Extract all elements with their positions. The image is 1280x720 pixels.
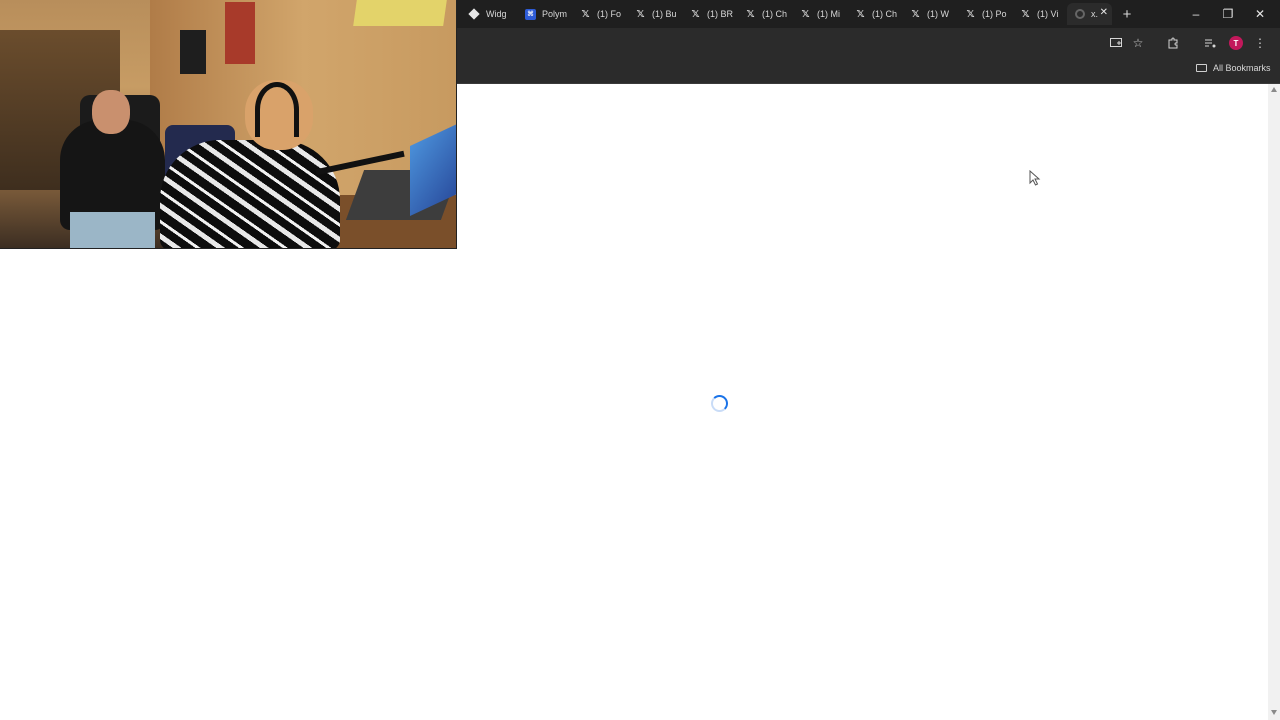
all-bookmarks-button[interactable]: All Bookmarks xyxy=(1196,63,1271,73)
close-window-button[interactable]: ✕ xyxy=(1244,0,1276,28)
all-bookmarks-label: All Bookmarks xyxy=(1213,63,1271,73)
tab-label: Polym xyxy=(542,9,568,19)
tab-x-2[interactable]: 𝕏 (1) Bu xyxy=(627,3,682,25)
tab-label: Widg xyxy=(486,9,507,19)
tab-label: (1) Bu xyxy=(652,9,677,19)
cast-icon[interactable] xyxy=(1107,34,1125,52)
tab-polymarket[interactable]: ⌘ Polym xyxy=(517,3,572,25)
tab-x-7[interactable]: 𝕏 (1) W xyxy=(902,3,957,25)
tab-x-8[interactable]: 𝕏 (1) Po xyxy=(957,3,1012,25)
wall-poster xyxy=(225,2,255,64)
more-menu-icon[interactable]: ⋮ xyxy=(1251,34,1269,52)
close-tab-icon[interactable]: ✕ xyxy=(1100,7,1108,18)
tab-active[interactable]: x. ✕ xyxy=(1067,3,1112,25)
tab-x-6[interactable]: 𝕏 (1) Ch xyxy=(847,3,902,25)
profile-avatar[interactable]: T xyxy=(1229,36,1243,50)
tab-label: (1) Ch xyxy=(872,9,898,19)
media-controls-icon[interactable] xyxy=(1201,34,1219,52)
tab-x-5[interactable]: 𝕏 (1) Mi xyxy=(792,3,847,25)
scroll-down-arrow-icon[interactable] xyxy=(1271,710,1277,715)
headset xyxy=(255,82,299,137)
tab-x-1[interactable]: 𝕏 (1) Fo xyxy=(572,3,627,25)
x-icon: 𝕏 xyxy=(581,8,590,20)
new-tab-button[interactable]: + xyxy=(1116,3,1138,25)
x-icon: 𝕏 xyxy=(911,8,920,20)
x-icon: 𝕏 xyxy=(636,8,645,20)
tab-label: x. xyxy=(1091,9,1099,19)
wall-tv xyxy=(180,30,206,74)
x-icon: 𝕏 xyxy=(801,8,810,20)
vertical-scrollbar[interactable] xyxy=(1268,84,1280,720)
tab-x-4[interactable]: 𝕏 (1) Ch xyxy=(737,3,792,25)
tab-widget[interactable]: Widg xyxy=(462,3,517,25)
minimize-button[interactable]: – xyxy=(1180,0,1212,28)
tab-label: (1) Vi xyxy=(1037,9,1059,19)
scroll-up-arrow-icon[interactable] xyxy=(1271,87,1277,92)
loading-globe-icon xyxy=(1075,9,1085,19)
tab-label: (1) Po xyxy=(982,9,1007,19)
extensions-icon[interactable] xyxy=(1164,34,1182,52)
x-icon: 𝕏 xyxy=(746,8,755,20)
wall-poster xyxy=(353,0,447,26)
x-icon: 𝕏 xyxy=(691,8,700,20)
webcam-overlay xyxy=(0,0,457,249)
folder-icon xyxy=(1196,64,1207,72)
restore-button[interactable]: ❐ xyxy=(1212,0,1244,28)
x-icon: 𝕏 xyxy=(856,8,865,20)
tab-list: Widg ⌘ Polym 𝕏 (1) Fo 𝕏 (1) Bu 𝕏 (1) BR … xyxy=(462,3,1138,25)
widget-icon xyxy=(468,8,480,20)
tab-label: (1) W xyxy=(927,9,949,19)
mouse-cursor-icon xyxy=(1029,170,1041,186)
loading-spinner-icon xyxy=(711,395,728,412)
person-left-shorts xyxy=(70,212,155,248)
person-left-head xyxy=(92,90,130,134)
x-icon: 𝕏 xyxy=(966,8,975,20)
x-icon: 𝕏 xyxy=(1021,8,1030,20)
tab-label: (1) Ch xyxy=(762,9,788,19)
tab-label: (1) BR xyxy=(707,9,734,19)
tab-x-3[interactable]: 𝕏 (1) BR xyxy=(682,3,737,25)
tab-x-9[interactable]: 𝕏 (1) Vi xyxy=(1012,3,1067,25)
tab-label: (1) Fo xyxy=(597,9,622,19)
tab-label: (1) Mi xyxy=(817,9,840,19)
polymarket-icon: ⌘ xyxy=(525,8,536,20)
person-right xyxy=(160,140,340,248)
bookmark-star-icon[interactable]: ☆ xyxy=(1129,34,1147,52)
